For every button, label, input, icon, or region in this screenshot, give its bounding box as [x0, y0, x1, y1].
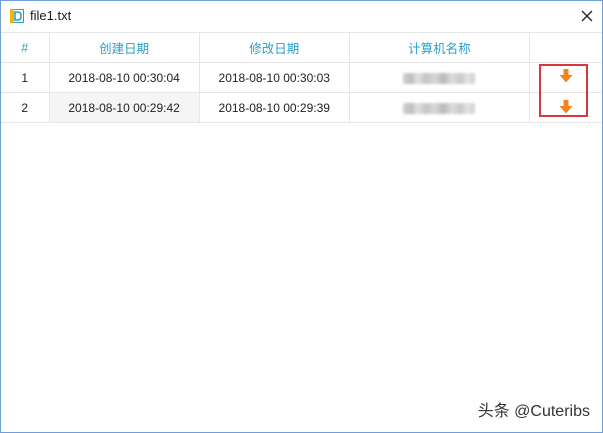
download-button[interactable] — [557, 98, 575, 116]
created-date-cell: 2018-08-10 00:29:42 — [49, 92, 200, 123]
header-created-date[interactable]: 创建日期 — [49, 32, 200, 63]
created-date-cell: 2018-08-10 00:30:04 — [49, 62, 200, 93]
window-title: file1.txt — [30, 8, 72, 23]
computer-name-cell — [349, 92, 531, 123]
header-computer-name[interactable]: 计算机名称 — [349, 32, 531, 63]
download-arrow-icon — [559, 100, 573, 114]
blurred-computer-name — [403, 72, 476, 84]
modified-date-cell: 2018-08-10 00:29:39 — [199, 92, 350, 123]
file-window: file1.txt # 创建日期 修改日期 计算机名称 1 2018-08-10… — [0, 0, 603, 433]
close-button[interactable] — [572, 1, 602, 31]
title-bar[interactable]: file1.txt — [1, 1, 602, 32]
row-index: 2 — [1, 92, 50, 123]
row-index: 1 — [1, 62, 50, 93]
watermark-text: 头条 @Cuteribs — [477, 403, 590, 420]
header-modified-date[interactable]: 修改日期 — [199, 32, 350, 63]
computer-name-cell — [349, 62, 531, 93]
close-icon — [581, 10, 593, 22]
document-d-icon — [10, 9, 24, 23]
download-arrow-icon — [559, 69, 573, 83]
table-row[interactable]: 1 2018-08-10 00:30:04 2018-08-10 00:30:0… — [1, 62, 531, 93]
blurred-computer-name — [403, 102, 476, 114]
modified-date-cell: 2018-08-10 00:30:03 — [199, 62, 350, 93]
table-header-row: # 创建日期 修改日期 计算机名称 — [1, 32, 531, 63]
header-action — [530, 33, 602, 63]
download-button[interactable] — [557, 67, 575, 85]
table-row[interactable]: 2 2018-08-10 00:29:42 2018-08-10 00:29:3… — [1, 92, 531, 123]
file-history-table: # 创建日期 修改日期 计算机名称 1 2018-08-10 00:30:04 … — [1, 32, 531, 123]
header-index[interactable]: # — [1, 32, 50, 63]
